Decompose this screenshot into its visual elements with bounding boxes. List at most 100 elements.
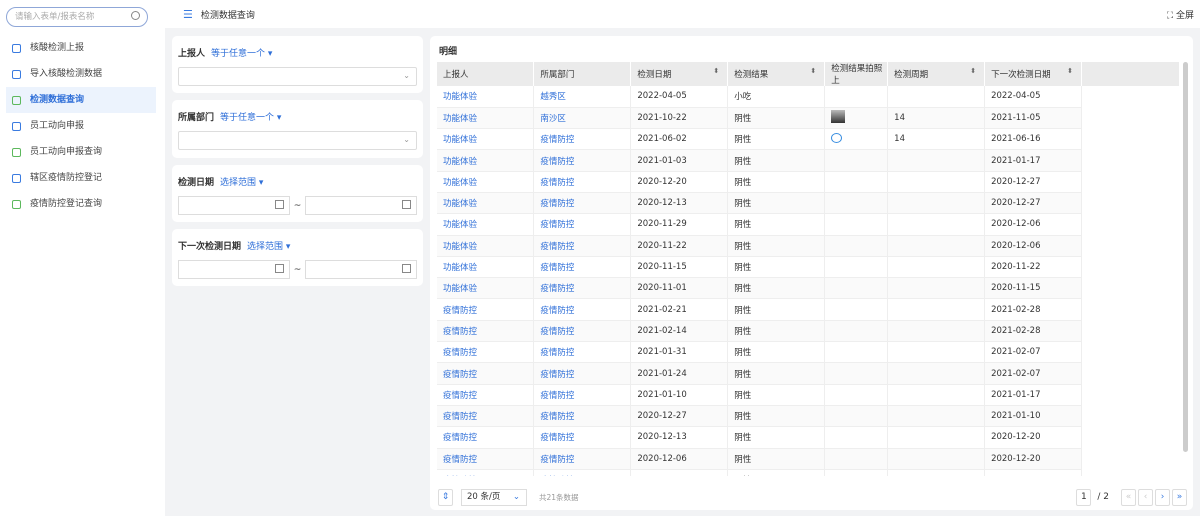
- table-cell[interactable]: 疫情防控: [437, 384, 535, 406]
- table-row[interactable]: 功能体验 疫情防控 2020-12-13 阴性 2020-12-27: [437, 192, 1180, 215]
- table-cell[interactable]: 疫情防控: [437, 320, 535, 343]
- table-cell[interactable]: 功能体验: [437, 192, 535, 215]
- column-header[interactable]: 检测周期 ⬍: [887, 62, 986, 86]
- current-page-input[interactable]: 1: [1076, 488, 1092, 506]
- table-cell[interactable]: 疫情防控: [533, 426, 632, 449]
- table-cell[interactable]: 疫情防控: [437, 469, 535, 476]
- last-page-button[interactable]: »: [1172, 488, 1187, 506]
- column-header[interactable]: 检测日期 ⬍: [630, 62, 729, 86]
- photo-thumbnail[interactable]: [831, 109, 846, 123]
- sidebar-item[interactable]: 辖区疫情防控登记: [6, 165, 156, 191]
- table-cell[interactable]: 功能体验: [437, 171, 535, 193]
- page-size-select[interactable]: 20 条/页 ⌄: [461, 488, 527, 506]
- table-cell[interactable]: 疫情防控: [533, 256, 632, 279]
- table-row[interactable]: 功能体验 疫情防控 2020-11-15 阴性 2020-11-22: [437, 256, 1180, 279]
- menu-toggle-icon[interactable]: ☰: [183, 8, 193, 21]
- table-cell[interactable]: 疫情防控: [533, 171, 632, 193]
- first-page-button[interactable]: «: [1121, 488, 1136, 506]
- table-row[interactable]: 功能体验 疫情防控 2021-01-03 阴性 2021-01-17: [437, 149, 1180, 172]
- table-cell[interactable]: 疫情防控: [437, 426, 535, 449]
- end-date-input[interactable]: [305, 260, 417, 279]
- table-row[interactable]: 功能体验 疫情防控 2020-11-01 阴性 2020-11-15: [437, 277, 1180, 300]
- column-height-button[interactable]: ⇕: [438, 488, 453, 506]
- department-select[interactable]: ⌄: [178, 131, 417, 150]
- table-row[interactable]: 功能体验 疫情防控 2021-06-02 阴性 14 2021-06-16: [437, 128, 1180, 151]
- table-row[interactable]: 功能体验 疫情防控 2020-11-29 阴性 2020-12-06: [437, 213, 1180, 236]
- filter-operator-dropdown[interactable]: 等于任意一个 ▾: [211, 49, 272, 59]
- photo-thumbnail[interactable]: [831, 132, 843, 143]
- table-cell[interactable]: 疫情防控: [533, 277, 632, 300]
- table-cell[interactable]: 疫情防控: [437, 362, 535, 385]
- table-row[interactable]: 功能体验 越秀区 2022-04-05 小吃 2022-04-05: [437, 86, 1180, 108]
- table-cell[interactable]: 功能体验: [437, 86, 535, 108]
- table-cell[interactable]: 疫情防控: [533, 128, 632, 151]
- table-row[interactable]: 功能体验 疫情防控 2020-12-20 阴性 2020-12-27: [437, 171, 1180, 193]
- table-cell[interactable]: 功能体验: [437, 149, 535, 172]
- table-cell[interactable]: 越秀区: [533, 86, 632, 108]
- sidebar-item[interactable]: 检测数据查询: [6, 87, 156, 113]
- table-row[interactable]: 疫情防控 疫情防控 2021-02-21 阴性 2021-02-28: [437, 298, 1180, 321]
- table-row[interactable]: 疫情防控 疫情防控 2021-02-14 阴性 2021-02-28: [437, 320, 1180, 343]
- next-page-button[interactable]: ›: [1155, 488, 1170, 506]
- filter-operator-dropdown[interactable]: 选择范围 ▾: [247, 242, 290, 252]
- sort-icon[interactable]: ⬍: [810, 67, 816, 75]
- sort-icon[interactable]: ⬍: [713, 67, 719, 75]
- table-row[interactable]: 功能体验 疫情防控 2020-11-22 阴性 2020-12-06: [437, 235, 1180, 257]
- table-cell[interactable]: 疫情防控: [533, 448, 632, 470]
- start-date-input[interactable]: [178, 260, 290, 279]
- table-cell[interactable]: 功能体验: [437, 277, 535, 300]
- search-input[interactable]: 请输入表单/报表名称: [6, 7, 148, 27]
- column-header[interactable]: 下一次检测日期 ⬍: [984, 62, 1083, 86]
- table-cell[interactable]: 疫情防控: [533, 362, 632, 385]
- table-cell[interactable]: 功能体验: [437, 235, 535, 257]
- table-cell[interactable]: 疫情防控: [533, 341, 632, 364]
- table-cell[interactable]: 疫情防控: [533, 149, 632, 172]
- sidebar-item[interactable]: 核酸检测上报: [6, 35, 156, 61]
- table-row[interactable]: 功能体验 南沙区 2021-10-22 阴性 14 2021-11-05: [437, 107, 1180, 130]
- table-cell[interactable]: 南沙区: [533, 107, 632, 130]
- sidebar-item[interactable]: 导入核酸检测数据: [6, 61, 156, 87]
- sort-icon[interactable]: ⬍: [970, 67, 976, 75]
- table-cell[interactable]: 疫情防控: [533, 235, 632, 257]
- sidebar-item[interactable]: 疫情防控登记查询: [6, 191, 156, 217]
- scrollbar[interactable]: [1183, 62, 1188, 452]
- column-header[interactable]: 上报人: [437, 62, 535, 86]
- table-cell[interactable]: 疫情防控: [533, 469, 632, 476]
- column-header[interactable]: 检测结果 ⬍: [727, 62, 826, 86]
- end-date-input[interactable]: [305, 196, 417, 215]
- table-cell[interactable]: 功能体验: [437, 213, 535, 236]
- sidebar-item[interactable]: 员工动向申报: [6, 113, 156, 139]
- fullscreen-button[interactable]: ⛶ 全屏: [1167, 8, 1194, 21]
- table-cell[interactable]: 疫情防控: [437, 448, 535, 470]
- table-cell[interactable]: 疫情防控: [533, 320, 632, 343]
- filter-operator-dropdown[interactable]: 等于任意一个 ▾: [220, 113, 281, 123]
- table-row[interactable]: 疫情防控 疫情防控 2021-01-24 阴性 2021-02-07: [437, 362, 1180, 385]
- table-row[interactable]: 疫情防控 疫情防控 2020-12-13 阴性 2020-12-20: [437, 426, 1180, 449]
- prev-page-button[interactable]: ‹: [1138, 488, 1153, 506]
- table-row[interactable]: 疫情防控 疫情防控 2021-01-31 阴性 2021-02-07: [437, 341, 1180, 364]
- table-row[interactable]: 疫情防控 疫情防控 2020-12-06 阴性 2020-12-20: [437, 448, 1180, 470]
- search-icon[interactable]: [131, 11, 140, 20]
- table-cell[interactable]: 功能体验: [437, 256, 535, 279]
- table-cell[interactable]: 疫情防控: [533, 213, 632, 236]
- table-cell: [824, 426, 889, 449]
- table-cell[interactable]: 疫情防控: [533, 384, 632, 406]
- column-header[interactable]: 检测结果拍照上: [824, 62, 889, 86]
- table-cell[interactable]: 功能体验: [437, 128, 535, 151]
- table-row[interactable]: 疫情防控疫情防控 阴性: [437, 469, 1180, 476]
- column-header[interactable]: 所属部门: [533, 62, 632, 86]
- sidebar-item[interactable]: 员工动向申报查询: [6, 139, 156, 165]
- start-date-input[interactable]: [178, 196, 290, 215]
- table-cell[interactable]: 疫情防控: [533, 298, 632, 321]
- table-row[interactable]: 疫情防控 疫情防控 2021-01-10 阴性 2021-01-17: [437, 384, 1180, 406]
- table-cell[interactable]: 疫情防控: [437, 405, 535, 428]
- sort-icon[interactable]: ⬍: [1067, 67, 1073, 75]
- reporter-select[interactable]: ⌄: [178, 67, 417, 86]
- table-cell[interactable]: 疫情防控: [533, 192, 632, 215]
- table-cell[interactable]: 功能体验: [437, 107, 535, 130]
- table-cell[interactable]: 疫情防控: [437, 298, 535, 321]
- table-cell[interactable]: 疫情防控: [437, 341, 535, 364]
- table-cell[interactable]: 疫情防控: [533, 405, 632, 428]
- table-row[interactable]: 疫情防控 疫情防控 2020-12-27 阴性 2021-01-10: [437, 405, 1180, 428]
- filter-operator-dropdown[interactable]: 选择范围 ▾: [220, 178, 263, 188]
